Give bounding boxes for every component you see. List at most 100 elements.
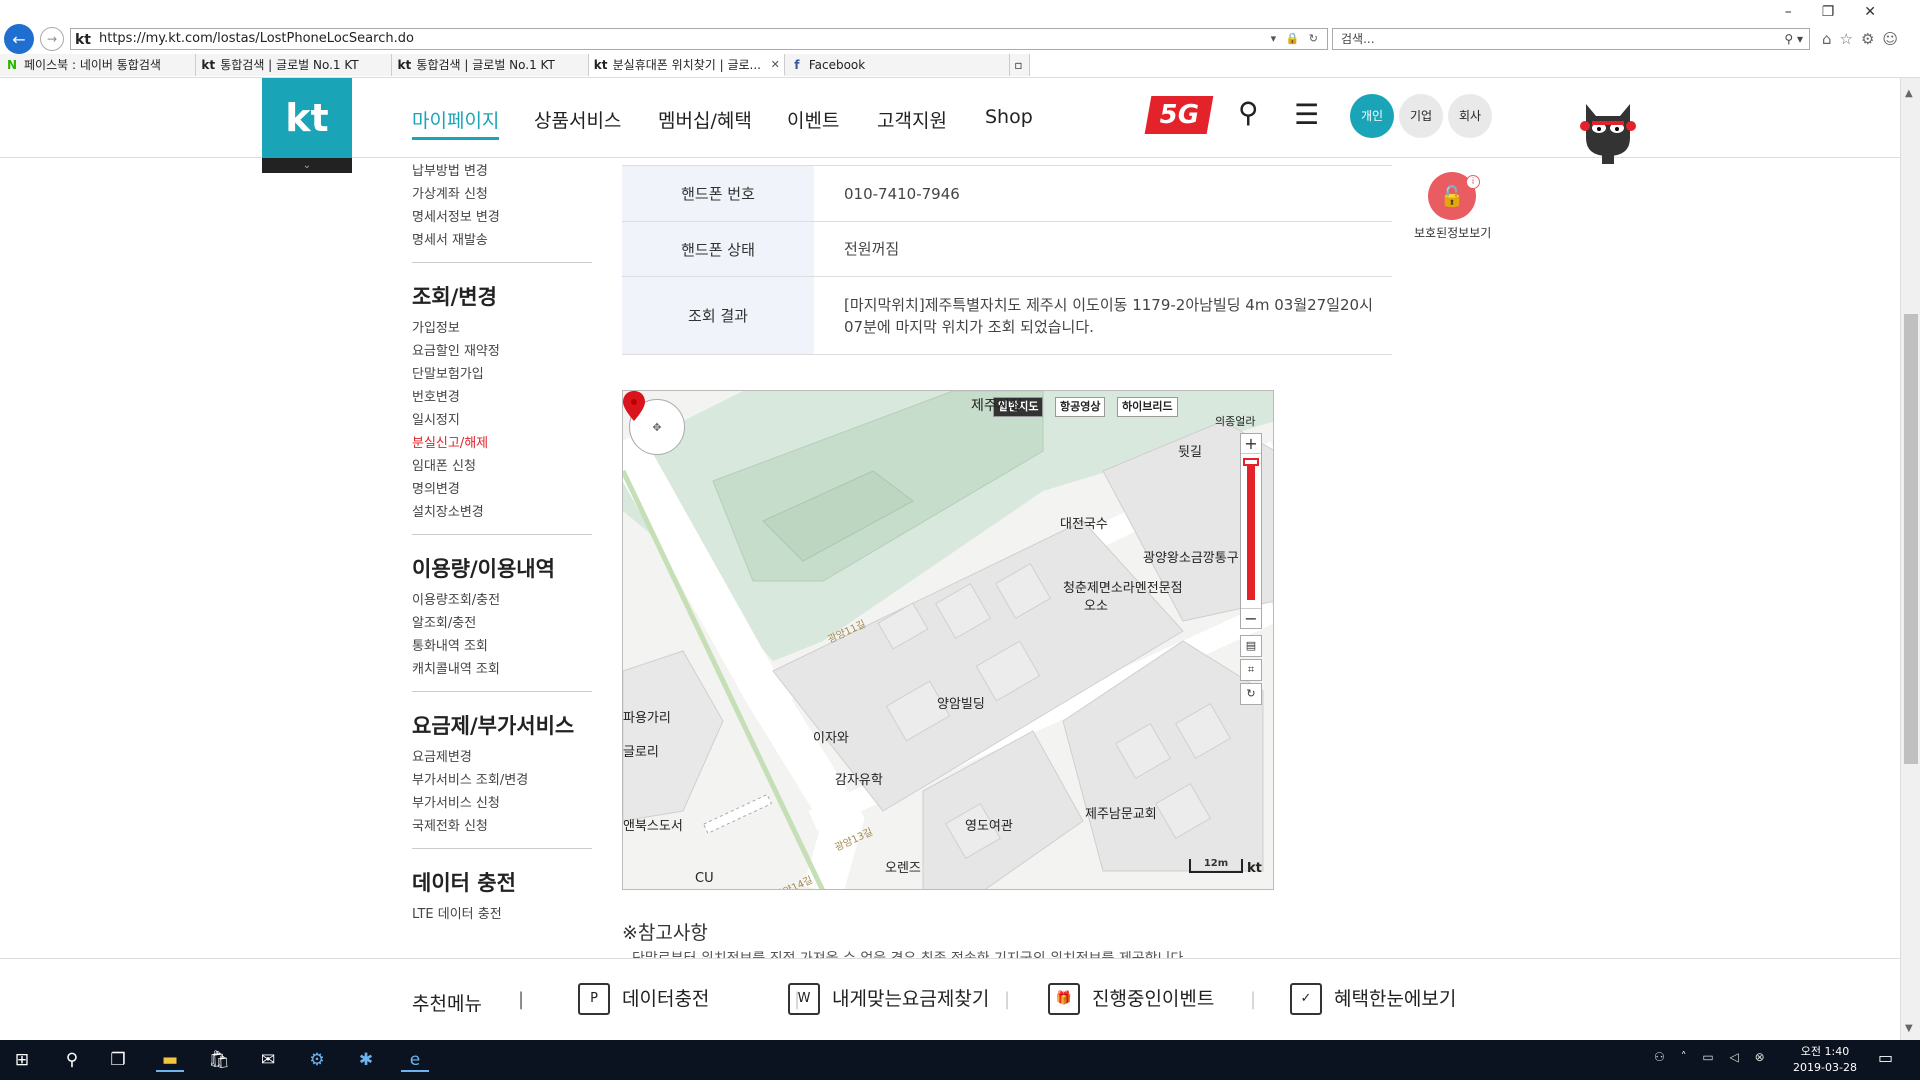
task-view-icon[interactable]: ❐: [104, 1048, 132, 1072]
segment-personal[interactable]: 개인: [1350, 94, 1394, 138]
chevron-down-icon[interactable]: ⌄: [262, 158, 352, 173]
divider: [412, 848, 592, 849]
side-menu-link[interactable]: 번호변경: [412, 386, 592, 409]
zoom-out-button[interactable]: −: [1241, 608, 1261, 628]
file-explorer-icon[interactable]: ▬: [156, 1048, 184, 1072]
close-tab-icon[interactable]: ✕: [771, 54, 780, 75]
segment-company[interactable]: 회사: [1448, 94, 1492, 138]
search-icon[interactable]: ⚲: [58, 1048, 86, 1072]
side-menu-link[interactable]: 분실신고/해제: [412, 432, 592, 455]
page-scrollbar[interactable]: ▲ ▼: [1900, 78, 1920, 1040]
side-menu-link[interactable]: 요금할인 재약정: [412, 340, 592, 363]
internet-explorer-icon[interactable]: e: [401, 1048, 429, 1072]
divider: [412, 691, 592, 692]
toolbar-icons[interactable]: ⌂☆⚙☺: [1822, 30, 1906, 48]
browser-tab[interactable]: kt 통합검색 | 글로벌 No.1 KT: [392, 54, 589, 76]
nav-products[interactable]: 상품서비스: [534, 106, 621, 133]
bluetooth-app-icon[interactable]: ✱: [352, 1048, 380, 1072]
side-menu-link[interactable]: 명세서 재발송: [412, 229, 592, 252]
nav-support[interactable]: 고객지원: [877, 106, 947, 133]
forward-button[interactable]: →: [40, 27, 64, 51]
menu-icon[interactable]: ☰: [1294, 98, 1319, 131]
reco-data-charge[interactable]: P 데이터충전: [578, 981, 709, 1017]
side-menu-link[interactable]: 국제전화 신청: [412, 815, 592, 838]
map-label: 의종얼라: [1215, 415, 1256, 428]
mascot-character-icon[interactable]: [1572, 94, 1644, 166]
start-icon[interactable]: ⊞: [8, 1048, 36, 1072]
area-tool-icon[interactable]: ⌗: [1240, 659, 1262, 681]
protected-info-label[interactable]: 보호된정보보기: [1414, 224, 1491, 241]
side-menu-heading[interactable]: 요금제/부가서비스: [412, 706, 592, 746]
search-icon[interactable]: ⚲: [1238, 96, 1259, 129]
window-controls[interactable]: –❐✕: [1785, 4, 1906, 20]
reset-tool-icon[interactable]: ↻: [1240, 683, 1262, 705]
scroll-thumb[interactable]: [1904, 314, 1918, 764]
side-menu-link[interactable]: 설치장소변경: [412, 501, 592, 524]
zoom-slider[interactable]: [1247, 460, 1255, 600]
location-map[interactable]: ✥ 일반지도 항공영상 하이브리드 제주시청 의종얼라 뒷길 대전국수 광양왕소…: [622, 390, 1274, 890]
side-menu-link[interactable]: LTE 데이터 충전: [412, 903, 592, 926]
nav-membership[interactable]: 멤버십/혜택: [658, 106, 752, 133]
side-menu-link[interactable]: 단말보험가입: [412, 363, 592, 386]
scroll-up-icon[interactable]: ▲: [1905, 88, 1913, 99]
notification-icon[interactable]: ▭: [1878, 1048, 1893, 1067]
map-label: 광양왕소금깡통구: [1143, 551, 1239, 566]
map-view-aerial-button[interactable]: 항공영상: [1055, 397, 1106, 417]
clock[interactable]: 오전 1:40 2019-03-28: [1790, 1044, 1860, 1076]
browser-tab[interactable]: kt 분실휴대폰 위치찾기 | 글로... ✕: [588, 54, 785, 76]
row-label: 조회 결과: [622, 277, 814, 354]
row-value: [마지막위치]제주특별자치도 제주시 이도이동 1179-2아남빌딩 4m 03…: [844, 295, 1373, 336]
address-bar[interactable]: kt https://my.kt.com/lostas/LostPhoneLoc…: [70, 28, 1328, 50]
browser-search-input[interactable]: 검색... ⚲ ▾: [1332, 28, 1810, 50]
segment-business[interactable]: 기업: [1399, 94, 1443, 138]
search-icon[interactable]: ⚲ ▾: [1784, 29, 1803, 49]
back-button[interactable]: ←: [4, 24, 34, 54]
reco-events[interactable]: 🎁 진행중인이벤트: [1048, 981, 1214, 1017]
url-actions-icon[interactable]: ▾ 🔒 ↻: [1271, 29, 1321, 49]
side-menu-heading[interactable]: 조회/변경: [412, 277, 592, 317]
tab-favicon-icon: kt: [397, 58, 412, 72]
side-menu-link[interactable]: 이용량조회/충전: [412, 589, 592, 612]
location-pin-icon[interactable]: [623, 391, 645, 421]
new-tab-button[interactable]: ▫: [1010, 54, 1031, 76]
side-menu-heading[interactable]: 데이터 충전: [412, 863, 592, 903]
five-g-logo[interactable]: 5G: [1144, 96, 1214, 134]
reco-benefits[interactable]: ✓ 혜택한눈에보기: [1290, 981, 1456, 1017]
system-tray[interactable]: ⚇ ˄ ▭ ◁ ⊗: [1654, 1050, 1771, 1064]
table-row: 핸드폰 상태 전원꺼짐: [622, 222, 1392, 277]
side-menu-link[interactable]: 통화내역 조회: [412, 635, 592, 658]
side-menu-link[interactable]: 납부방법 변경: [412, 160, 592, 183]
reco-plan-finder[interactable]: W 내게맞는요금제찾기: [788, 981, 989, 1017]
zoom-in-button[interactable]: +: [1241, 434, 1261, 454]
clock-time: 오전 1:40: [1800, 1045, 1850, 1058]
browser-tab[interactable]: f Facebook: [784, 54, 1011, 76]
side-menu-link[interactable]: 요금제변경: [412, 746, 592, 769]
side-menu-link[interactable]: 임대폰 신청: [412, 455, 592, 478]
app-icon[interactable]: ⚙: [303, 1048, 331, 1072]
side-menu-link[interactable]: 가상계좌 신청: [412, 183, 592, 206]
distance-tool-icon[interactable]: ▤: [1240, 635, 1262, 657]
browser-tab[interactable]: N 페이스북 : 네이버 통합검색: [0, 54, 197, 76]
zoom-control[interactable]: + −: [1240, 433, 1262, 629]
nav-mypage[interactable]: 마이페이지: [412, 106, 500, 140]
map-view-hybrid-button[interactable]: 하이브리드: [1117, 397, 1178, 417]
map-scale: 12m: [1189, 859, 1243, 873]
side-menu-link[interactable]: 가입정보: [412, 317, 592, 340]
side-menu-link[interactable]: 명의변경: [412, 478, 592, 501]
mail-icon[interactable]: ✉: [254, 1048, 282, 1072]
side-menu-link[interactable]: 알조회/충전: [412, 612, 592, 635]
side-menu-link[interactable]: 부가서비스 조회/변경: [412, 769, 592, 792]
side-menu-heading[interactable]: 이용량/이용내역: [412, 549, 592, 589]
side-menu-link[interactable]: 명세서정보 변경: [412, 206, 592, 229]
scroll-down-icon[interactable]: ▼: [1905, 1023, 1913, 1034]
store-icon[interactable]: 🛍: [205, 1048, 233, 1072]
zoom-handle[interactable]: [1243, 458, 1259, 466]
kt-favicon-icon: kt: [75, 32, 92, 48]
map-label: 오렌즈: [885, 861, 921, 876]
side-menu-link[interactable]: 캐치콜내역 조회: [412, 658, 592, 681]
nav-shop[interactable]: Shop: [985, 106, 1033, 128]
browser-tab[interactable]: kt 통합검색 | 글로벌 No.1 KT: [196, 54, 393, 76]
nav-events[interactable]: 이벤트: [787, 106, 839, 133]
side-menu-link[interactable]: 부가서비스 신청: [412, 792, 592, 815]
side-menu-link[interactable]: 일시정지: [412, 409, 592, 432]
